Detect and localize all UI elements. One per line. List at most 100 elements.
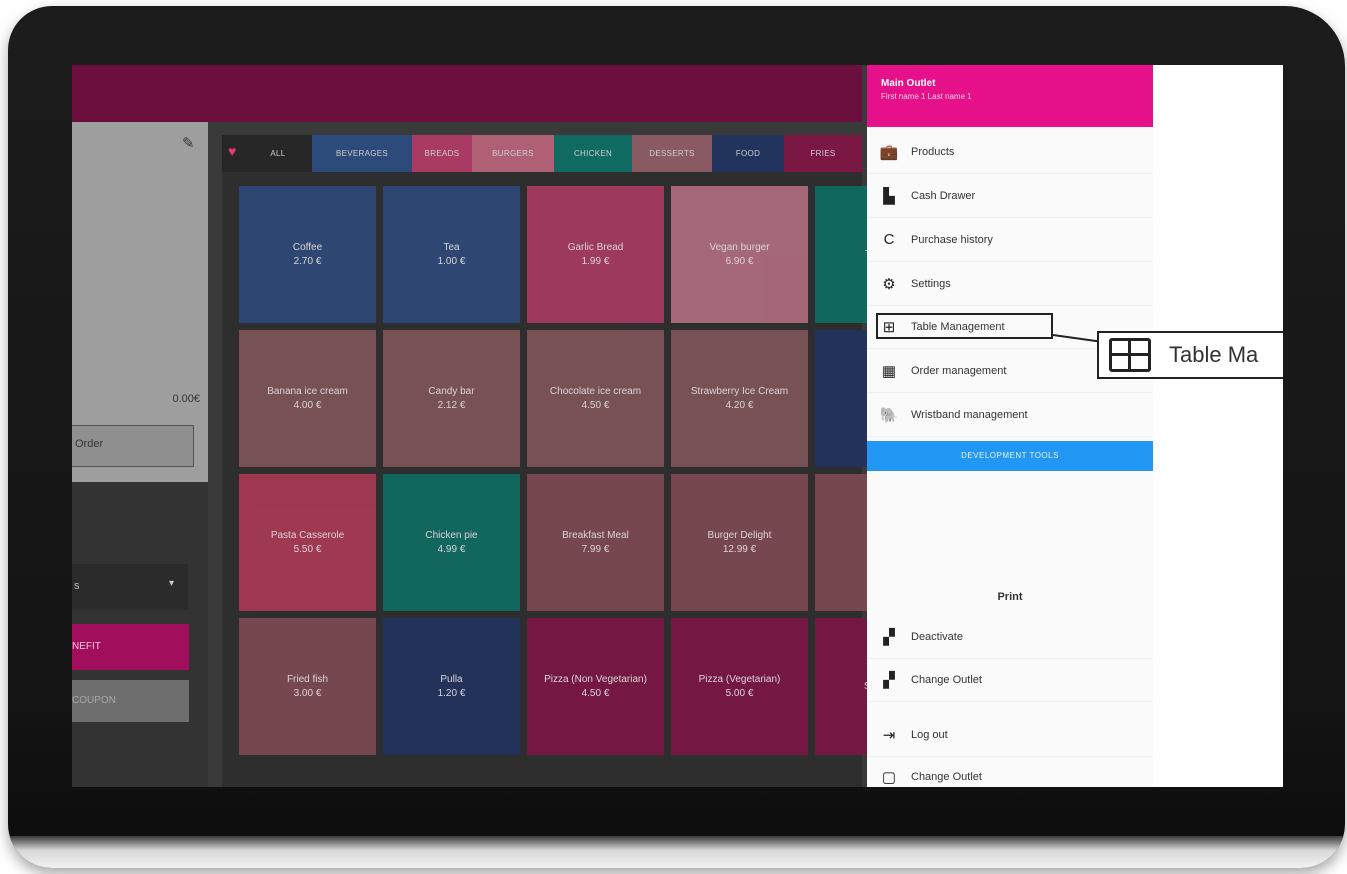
product-name: Chicken pie xyxy=(425,530,478,541)
product-tile[interactable]: Breakfast Meal 7.99 € xyxy=(527,474,664,611)
menu-item[interactable]: 💼 Products xyxy=(867,130,1153,174)
menu-item[interactable]: ▞ Deactivate xyxy=(867,615,1153,659)
category-tab[interactable]: FOOD xyxy=(712,135,784,172)
product-tile[interactable]: Banana ice cream 4.00 € xyxy=(239,330,376,467)
product-price: 5.50 € xyxy=(293,543,322,555)
product-tile[interactable]: Candy bar 2.12 € xyxy=(383,330,520,467)
menu-item[interactable]: ⚙ Settings xyxy=(867,262,1153,306)
edit-note-icon[interactable]: ✎ xyxy=(182,136,198,152)
category-tab[interactable]: CHICKEN xyxy=(554,135,632,172)
briefcase-icon: 💼 xyxy=(879,143,899,161)
drawer-header: Main Outlet First name 1 Last name 1 xyxy=(867,65,1153,127)
product-name: Coffee xyxy=(292,242,323,253)
product-price: 7.99 € xyxy=(581,543,610,555)
product-tile[interactable]: Vegan burger 6.90 € xyxy=(671,186,808,323)
menu-item[interactable]: ⇥ Log out xyxy=(867,713,1153,757)
product-name: Pulla xyxy=(440,674,463,685)
user-name: First name 1 Last name 1 xyxy=(881,92,972,101)
product-tile[interactable]: Strawberry Ice Cream 4.20 € xyxy=(671,330,808,467)
menu-item-label: Log out xyxy=(911,728,948,741)
menu-item-label: Order management xyxy=(911,364,1007,377)
product-name: Breakfast Meal xyxy=(562,530,629,541)
development-tools-button[interactable]: DEVELOPMENT TOOLS xyxy=(867,441,1153,471)
table-icon xyxy=(1109,338,1151,372)
product-price: 1.00 € xyxy=(437,255,466,267)
menu-item-label: Deactivate xyxy=(911,630,963,643)
product-price: 6.90 € xyxy=(725,255,754,267)
tablet-icon: ▢ xyxy=(881,768,897,786)
product-name: Candy bar xyxy=(428,386,475,397)
product-tile[interactable]: Chicken pie 4.99 € xyxy=(383,474,520,611)
product-price: 4.50 € xyxy=(581,399,610,411)
product-price: 2.70 € xyxy=(293,255,322,267)
menu-item-label: Change Outlet xyxy=(911,770,982,783)
apps-icon: ▞ xyxy=(883,628,895,646)
category-tab[interactable]: DESSERTS xyxy=(632,135,712,172)
product-price: 1.99 € xyxy=(581,255,610,267)
menu-item[interactable]: C Purchase history xyxy=(867,218,1153,262)
category-tab[interactable]: FRIES xyxy=(784,135,862,172)
menu-item-label: Change Outlet xyxy=(911,673,982,686)
favorites-heart-icon[interactable]: ♥ xyxy=(228,143,236,159)
chevron-down-icon: ▾ xyxy=(168,578,174,589)
product-tile[interactable]: Pasta Casserole 5.50 € xyxy=(239,474,376,611)
zoom-callout: Table Ma xyxy=(1097,331,1283,379)
category-tabs: ♥ ALL BEVERAGES BREADS BURGERS CHICKEN DESSER… xyxy=(222,135,862,172)
apps-icon: ▞ xyxy=(883,671,895,689)
product-tile[interactable]: Garlic Bread 1.99 € xyxy=(527,186,664,323)
product-name: Vegan burger xyxy=(709,242,770,253)
discount-select[interactable]: s ▾ xyxy=(72,564,188,610)
product-price: 4.99 € xyxy=(437,543,466,555)
product-tile[interactable]: Pulla 1.20 € xyxy=(383,618,520,755)
cart-area: ✎ 0.00€ Order xyxy=(72,122,208,482)
refresh-icon: C xyxy=(883,231,895,248)
menu-item-label: Purchase history xyxy=(911,233,993,246)
product-price: 3.00 € xyxy=(293,687,322,699)
gears-icon: ⚙ xyxy=(882,275,896,293)
menu-item-label: Wristband management xyxy=(911,408,1028,421)
blank-area xyxy=(1153,65,1283,787)
menu-item[interactable]: 🐘 Wristband management xyxy=(867,393,1153,437)
device-rim xyxy=(8,836,1345,868)
product-name: Pizza (Non Vegetarian) xyxy=(544,674,647,685)
product-price: 5.00 € xyxy=(725,687,754,699)
product-price: 4.20 € xyxy=(725,399,754,411)
category-tab[interactable]: BREADS xyxy=(412,135,472,172)
product-grid: Coffee 2.70 € Tea 1.00 € Garlic Bread 1.99 € V… xyxy=(222,172,952,787)
coupon-button[interactable]: COUPON xyxy=(72,680,189,722)
category-tab[interactable]: BURGERS xyxy=(472,135,554,172)
product-price: 4.00 € xyxy=(293,399,322,411)
product-tile[interactable]: Burger Delight 12.99 € xyxy=(671,474,808,611)
cash-register-icon: ▙ xyxy=(883,187,895,205)
product-tile[interactable]: Chocolate ice cream 4.50 € xyxy=(527,330,664,467)
product-tile[interactable]: Pizza (Non Vegetarian) 4.50 € xyxy=(527,618,664,755)
category-tab[interactable]: BEVERAGES xyxy=(312,135,412,172)
product-name: Garlic Bread xyxy=(567,242,624,253)
benefit-button[interactable]: NEFIT xyxy=(72,624,189,670)
product-name: Fried fish xyxy=(286,674,329,685)
menu-item[interactable]: ▢ Change Outlet xyxy=(867,755,1153,787)
menu-item-label: Cash Drawer xyxy=(911,189,976,202)
product-name: Pasta Casserole xyxy=(270,530,345,541)
product-name: Banana ice cream xyxy=(267,386,348,397)
product-price: 2.12 € xyxy=(437,399,466,411)
product-tile[interactable]: Fried fish 3.00 € xyxy=(239,618,376,755)
order-total: 0.00€ xyxy=(172,393,200,405)
product-name: Strawberry Ice Cream xyxy=(690,386,789,397)
product-price: 4.50 € xyxy=(581,687,610,699)
tablet-device: ✎ 0.00€ Order s ▾ NEFIT COUPON ♥ ALL BEVE… xyxy=(8,6,1345,868)
product-tile[interactable]: Coffee 2.70 € xyxy=(239,186,376,323)
menu-item[interactable]: ▞ Change Outlet xyxy=(867,658,1153,702)
menu-item[interactable]: ▙ Cash Drawer xyxy=(867,174,1153,218)
grid-icon: ▦ xyxy=(881,362,897,380)
category-tab[interactable]: ALL xyxy=(244,135,312,172)
order-button[interactable]: Order xyxy=(72,425,194,467)
callout-label: Table Ma xyxy=(1169,342,1259,367)
product-name: Chocolate ice cream xyxy=(549,386,642,397)
elephant-icon: 🐘 xyxy=(879,406,899,424)
order-panel: ✎ 0.00€ Order s ▾ NEFIT COUPON xyxy=(72,122,208,787)
product-tile[interactable]: Pizza (Vegetarian) 5.00 € xyxy=(671,618,808,755)
product-tile[interactable]: Tea 1.00 € xyxy=(383,186,520,323)
menu-item-label: Settings xyxy=(911,277,951,290)
print-section-label: Print xyxy=(997,591,1023,603)
